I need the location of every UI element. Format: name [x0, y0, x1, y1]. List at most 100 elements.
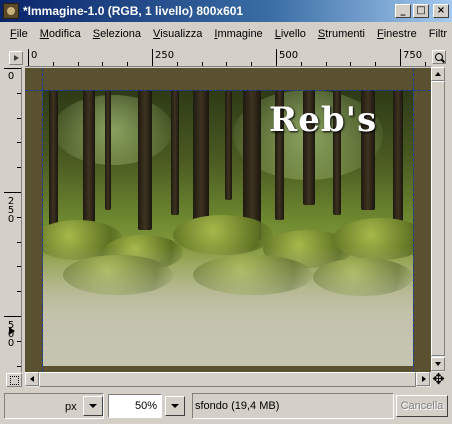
ruler-v-label: 250 [7, 196, 15, 225]
ruler-tick [375, 62, 376, 66]
tree-trunk [225, 90, 232, 200]
ruler-tick [4, 68, 21, 69]
ruler-h-label: 500 [279, 50, 299, 61]
ruler-tick [301, 62, 302, 66]
menu-file-mnemonic: F [10, 28, 17, 40]
menu-finestre-label: inestre [383, 28, 417, 40]
horizontal-ruler[interactable]: 0 250 500 750 [25, 49, 431, 67]
vertical-scrollbar[interactable] [431, 67, 445, 372]
ruler-tick [152, 49, 153, 66]
tree-trunk [138, 90, 152, 230]
ruler-h-label: 750 [403, 50, 423, 61]
menu-immagine-label: mmagine [217, 28, 263, 40]
forest-image: Reb's [43, 90, 413, 366]
status-text: sfondo (19,4 MB) [195, 400, 280, 412]
horizontal-scroll-thumb[interactable] [39, 372, 416, 387]
menu-modifica-mnemonic: M [39, 28, 49, 40]
menu-file[interactable]: File [3, 28, 33, 40]
image-boundary-right [413, 68, 414, 372]
ruler-tick [276, 49, 277, 66]
vertical-ruler[interactable]: 0 250 500 [4, 67, 22, 372]
navigate-icon[interactable]: ✥ [431, 372, 446, 387]
ruler-tick [4, 316, 21, 317]
menu-seleziona[interactable]: Seleziona [86, 28, 146, 40]
ruler-h-label: 250 [155, 50, 175, 61]
app-icon [3, 3, 19, 19]
menu-livello[interactable]: Livello [268, 28, 311, 40]
ruler-tick [17, 341, 21, 342]
menu-finestre[interactable]: Finestre [370, 28, 422, 40]
scroll-left-icon[interactable] [25, 372, 39, 386]
scroll-down-icon[interactable] [431, 357, 445, 371]
menu-modifica-label: odifica [48, 28, 81, 40]
menu-modifica[interactable]: Modifica [33, 28, 86, 40]
ruler-h-label: 0 [31, 50, 38, 61]
cancel-button[interactable]: Cancella [396, 395, 448, 417]
unit-selector[interactable]: px [4, 393, 104, 419]
menu-finestre-mnemonic: F [376, 28, 384, 40]
ruler-tick [177, 62, 178, 66]
ruler-tick [17, 366, 21, 367]
close-button[interactable]: × [433, 4, 449, 18]
status-bar: px 50% sfondo (19,4 MB) Cancella [0, 392, 452, 424]
ruler-tick [400, 49, 401, 66]
ruler-tick [17, 93, 21, 94]
menu-seleziona-label: eleziona [100, 28, 142, 40]
horizontal-scrollbar[interactable] [25, 372, 431, 387]
ruler-tick [127, 62, 128, 66]
ruler-tick [102, 62, 103, 66]
ruler-tick [350, 62, 351, 66]
unit-label: px [65, 401, 77, 413]
zoom-fit-icon[interactable] [432, 50, 446, 64]
ruler-tick [17, 118, 21, 119]
menu-immagine[interactable]: Immagine [207, 28, 267, 40]
sunlight-patch [53, 95, 173, 165]
title-bar: *Immagine-1.0 (RGB, 1 livello) 800x601 _… [0, 0, 452, 22]
ruler-tick [202, 62, 203, 66]
ruler-tick [17, 142, 21, 143]
tree-trunk [105, 90, 111, 210]
minimize-button[interactable]: _ [395, 4, 411, 18]
zoom-input[interactable]: 50% [108, 394, 162, 418]
ruler-v-label: 0 [7, 71, 15, 82]
menu-seleziona-mnemonic: S [92, 28, 101, 40]
menu-visualizza[interactable]: Visualizza [146, 28, 207, 40]
maximize-button[interactable]: □ [413, 4, 429, 18]
fade-overlay [43, 246, 413, 366]
image-menu-arrow-icon[interactable] [9, 51, 23, 65]
ruler-tick [251, 62, 252, 66]
menu-filtri[interactable]: Filtr [422, 28, 452, 40]
menu-strumenti[interactable]: Strumenti [311, 28, 370, 40]
ruler-tick [17, 291, 21, 292]
menu-livello-label: ivello [280, 28, 306, 40]
ruler-tick [17, 167, 21, 168]
ruler-tick [78, 62, 79, 66]
image-canvas[interactable]: Reb's [25, 68, 431, 372]
ruler-tick [425, 62, 426, 66]
menu-file-label: ile [16, 28, 28, 40]
image-boundary-top [25, 90, 431, 91]
zoom-value: 50% [134, 400, 157, 412]
ruler-tick [4, 192, 21, 193]
ruler-tick [28, 49, 29, 66]
ruler-pointer-marker [9, 327, 15, 335]
ruler-tick [17, 217, 21, 218]
menu-strumenti-label: trumenti [325, 28, 365, 40]
tree-trunk [393, 90, 403, 225]
vertical-scroll-thumb[interactable] [431, 81, 445, 356]
ruler-tick [53, 62, 54, 66]
logo-text: Reb's [269, 100, 378, 140]
window-title: *Immagine-1.0 (RGB, 1 livello) 800x601 [23, 4, 244, 18]
menu-filtri-label: Filtr [428, 28, 448, 40]
quick-mask-icon[interactable] [6, 373, 22, 387]
unit-dropdown-icon[interactable] [83, 396, 103, 416]
tree-trunk [49, 90, 58, 240]
ruler-tick [17, 266, 21, 267]
menu-bar: File Modifica Seleziona Visualizza Immag… [0, 24, 452, 44]
scroll-right-icon[interactable] [416, 372, 430, 386]
scroll-up-icon[interactable] [431, 67, 445, 81]
menu-visualizza-label: isualizza [160, 28, 203, 40]
zoom-dropdown-icon[interactable] [165, 396, 185, 416]
ruler-tick [17, 242, 21, 243]
tree-trunk [171, 90, 179, 215]
